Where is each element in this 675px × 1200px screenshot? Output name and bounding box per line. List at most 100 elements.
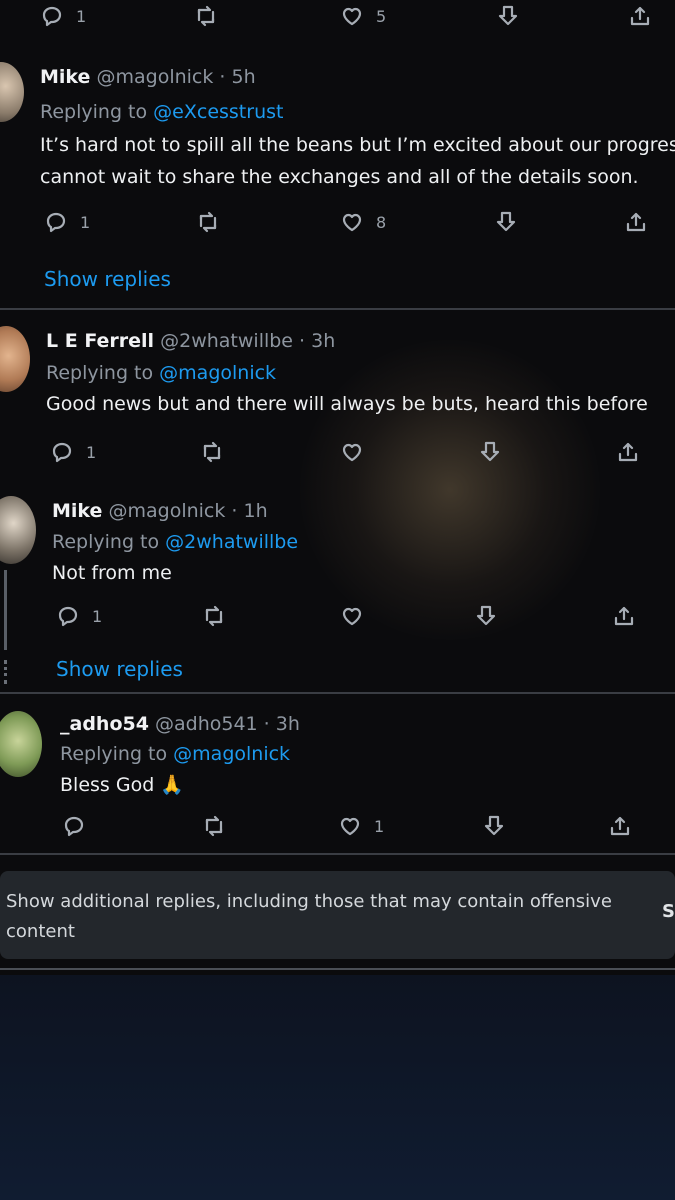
bookmark-icon: [498, 5, 518, 26]
reply-icon: [42, 6, 62, 27]
bookmark-button[interactable]: [478, 440, 502, 464]
like-button[interactable]: 5: [340, 4, 386, 28]
mention-link[interactable]: @magolnick: [159, 362, 276, 384]
share-icon: [618, 442, 638, 462]
share-icon: [614, 606, 634, 626]
mention-link[interactable]: @eXcesstrust: [153, 101, 283, 123]
author-name[interactable]: Mike: [52, 500, 102, 522]
replying-label: Replying to: [46, 362, 154, 384]
author-meta[interactable]: @magolnick · 5h: [96, 66, 255, 88]
show-additional-replies-banner[interactable]: Show additional replies, including those…: [0, 871, 675, 959]
reply-button[interactable]: 1: [40, 4, 86, 28]
reply-icon: [46, 212, 66, 233]
like-count: 1: [374, 816, 385, 836]
show-button-edge[interactable]: S: [662, 901, 675, 922]
reply-button[interactable]: 1: [50, 440, 96, 464]
retweet-icon: [205, 815, 223, 837]
heart-icon: [342, 7, 362, 26]
like-count: 5: [376, 6, 387, 26]
tweet-text: Not from me: [52, 557, 172, 589]
bookmark-button[interactable]: [496, 4, 520, 28]
replying-to: Replying to @2whatwillbe: [52, 531, 298, 553]
share-icon: [610, 816, 630, 836]
show-additional-replies-text: Show additional replies, including those…: [6, 891, 612, 942]
heart-icon: [342, 213, 362, 232]
replying-to: Replying to @magolnick: [46, 362, 276, 384]
retweet-button[interactable]: [200, 440, 224, 464]
retweet-icon: [197, 5, 215, 27]
replying-label: Replying to: [40, 101, 148, 123]
show-replies-link[interactable]: Show replies: [44, 267, 171, 291]
reply-button[interactable]: 1: [56, 604, 102, 628]
tweet-header: _adho54 @adho541 · 3h: [60, 713, 300, 735]
replying-to: Replying to @magolnick: [60, 743, 290, 765]
reply-button[interactable]: [62, 814, 86, 838]
tweet-text-line: It’s hard not to spill all the beans but…: [40, 134, 675, 156]
tweet-actions: 1: [0, 440, 675, 474]
heart-icon: [342, 607, 362, 626]
mention-link[interactable]: @2whatwillbe: [165, 531, 298, 553]
heart-icon: [342, 443, 362, 462]
divider: [0, 968, 675, 970]
empty-area: [0, 975, 675, 1200]
reply-icon: [64, 816, 84, 837]
reply-count: 1: [92, 606, 103, 626]
screen-glare: [300, 340, 600, 640]
tweet-header: Mike @magolnick · 1h: [52, 500, 268, 522]
retweet-icon: [205, 605, 223, 627]
bookmark-icon: [484, 815, 504, 836]
bookmark-button[interactable]: [474, 604, 498, 628]
mention-link[interactable]: @magolnick: [173, 743, 290, 765]
thread-dots: [4, 660, 7, 684]
tweet-text-line: Bless God 🙏: [60, 774, 184, 796]
bookmark-button[interactable]: [494, 210, 518, 234]
author-meta[interactable]: @magolnick · 1h: [108, 500, 267, 522]
like-count: 8: [376, 212, 387, 232]
avatar[interactable]: [0, 711, 42, 777]
tweet-text: Bless God 🙏: [60, 769, 184, 801]
author-name[interactable]: _adho54: [60, 713, 149, 735]
retweet-icon: [203, 441, 221, 463]
divider: [0, 853, 675, 855]
like-button[interactable]: [340, 604, 364, 628]
tweet-header: Mike @magolnick · 5h: [40, 66, 256, 88]
replying-label: Replying to: [60, 743, 168, 765]
like-button[interactable]: 8: [340, 210, 386, 234]
avatar[interactable]: [0, 62, 24, 122]
like-button[interactable]: [340, 440, 364, 464]
reply-button[interactable]: 1: [44, 210, 90, 234]
share-icon: [630, 6, 650, 26]
author-name[interactable]: L E Ferrell: [46, 330, 154, 352]
tweet-text: Good news but and there will always be b…: [46, 388, 648, 420]
show-replies-link[interactable]: Show replies: [56, 657, 183, 681]
share-button[interactable]: [624, 210, 648, 234]
retweet-button[interactable]: [196, 210, 220, 234]
retweet-button[interactable]: [202, 814, 226, 838]
bookmark-icon: [480, 441, 500, 462]
reply-count: 1: [76, 6, 87, 26]
author-name[interactable]: Mike: [40, 66, 90, 88]
tweet-text-line: Not from me: [52, 562, 172, 584]
tweet-header: L E Ferrell @2whatwillbe · 3h: [46, 330, 335, 352]
avatar[interactable]: [0, 326, 30, 392]
retweet-button[interactable]: [194, 4, 218, 28]
reply-icon: [52, 442, 72, 463]
share-button[interactable]: [612, 604, 636, 628]
tweet-actions: 1: [0, 814, 675, 848]
author-meta[interactable]: @adho541 · 3h: [155, 713, 300, 735]
like-button[interactable]: 1: [338, 814, 384, 838]
author-meta[interactable]: @2whatwillbe · 3h: [160, 330, 335, 352]
avatar[interactable]: [0, 496, 36, 564]
share-icon: [626, 212, 646, 232]
retweet-icon: [199, 211, 217, 233]
share-button[interactable]: [628, 4, 652, 28]
divider: [0, 692, 675, 694]
bookmark-button[interactable]: [482, 814, 506, 838]
tweet-text-line: Good news but and there will always be b…: [46, 393, 648, 415]
share-button[interactable]: [608, 814, 632, 838]
replying-label: Replying to: [52, 531, 160, 553]
retweet-button[interactable]: [202, 604, 226, 628]
share-button[interactable]: [616, 440, 640, 464]
tweet-text: It’s hard not to spill all the beans but…: [40, 129, 675, 193]
bookmark-icon: [496, 211, 516, 232]
